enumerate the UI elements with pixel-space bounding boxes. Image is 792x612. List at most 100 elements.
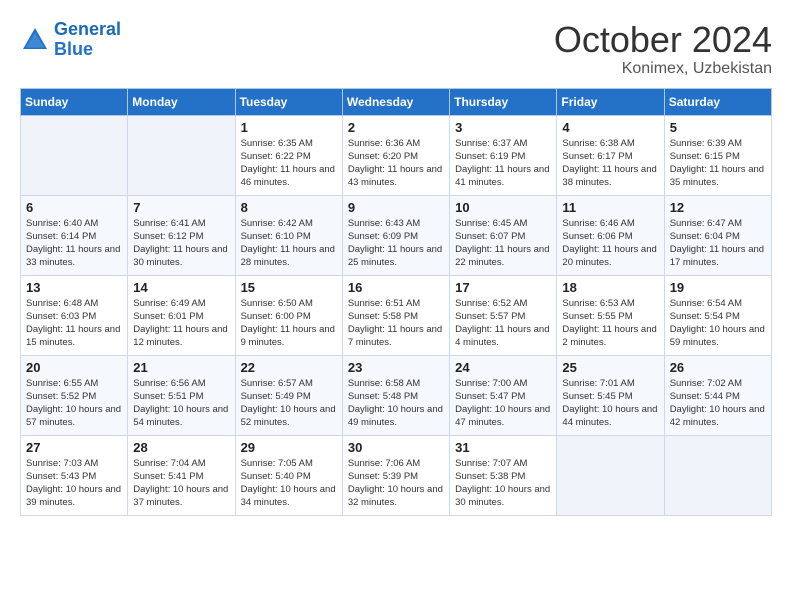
day-info: Sunrise: 6:38 AMSunset: 6:17 PMDaylight:… xyxy=(562,137,658,190)
calendar-cell: 28 Sunrise: 7:04 AMSunset: 5:41 PMDayligh… xyxy=(128,435,235,515)
day-info: Sunrise: 6:37 AMSunset: 6:19 PMDaylight:… xyxy=(455,137,551,190)
day-number: 3 xyxy=(455,120,551,135)
day-number: 1 xyxy=(241,120,337,135)
day-number: 13 xyxy=(26,280,122,295)
calendar-subtitle: Konimex, Uzbekistan xyxy=(554,60,772,78)
day-number: 11 xyxy=(562,200,658,215)
day-number: 16 xyxy=(348,280,444,295)
day-number: 15 xyxy=(241,280,337,295)
calendar-cell: 18Sunrise: 6:53 AMSunset: 5:55 PMDayligh… xyxy=(557,275,664,355)
day-info: Sunrise: 7:06 AMSunset: 5:39 PMDaylight:… xyxy=(348,457,444,510)
calendar-header-wednesday: Wednesday xyxy=(342,88,449,115)
calendar-header-sunday: Sunday xyxy=(21,88,128,115)
day-number: 24 xyxy=(455,360,551,375)
calendar-cell: 10 Sunrise: 6:45 AMSunset: 6:07 PMDayligh… xyxy=(450,195,557,275)
day-info: Sunrise: 6:55 AMSunset: 5:52 PMDaylight:… xyxy=(26,377,122,430)
day-number: 12 xyxy=(670,200,766,215)
calendar-week-row: 1 Sunrise: 6:35 AMSunset: 6:22 PMDaylight… xyxy=(21,115,772,195)
day-number: 6 xyxy=(26,200,122,215)
calendar-cell: 19Sunrise: 6:54 AMSunset: 5:54 PMDayligh… xyxy=(664,275,771,355)
day-info: Sunrise: 6:58 AMSunset: 5:48 PMDaylight:… xyxy=(348,377,444,430)
calendar-title: October 2024 xyxy=(554,20,772,60)
calendar-cell xyxy=(664,435,771,515)
day-info: Sunrise: 7:04 AMSunset: 5:41 PMDaylight:… xyxy=(133,457,229,510)
day-info: Sunrise: 6:35 AMSunset: 6:22 PMDaylight:… xyxy=(241,137,337,190)
header: GeneralBlue October 2024 Konimex, Uzbeki… xyxy=(20,20,772,78)
calendar-cell: 5Sunrise: 6:39 AMSunset: 6:15 PMDaylight… xyxy=(664,115,771,195)
calendar-cell: 30Sunrise: 7:06 AMSunset: 5:39 PMDayligh… xyxy=(342,435,449,515)
calendar-cell: 13 Sunrise: 6:48 AMSunset: 6:03 PMDayligh… xyxy=(21,275,128,355)
day-number: 2 xyxy=(348,120,444,135)
day-info: Sunrise: 6:51 AMSunset: 5:58 PMDaylight:… xyxy=(348,297,444,350)
day-info: Sunrise: 7:03 AMSunset: 5:43 PMDaylight:… xyxy=(26,457,122,510)
day-info: Sunrise: 6:40 AMSunset: 6:14 PMDaylight:… xyxy=(26,217,122,270)
calendar-header-thursday: Thursday xyxy=(450,88,557,115)
day-number: 27 xyxy=(26,440,122,455)
calendar-cell: 17Sunrise: 6:52 AMSunset: 5:57 PMDayligh… xyxy=(450,275,557,355)
calendar-cell: 23 Sunrise: 6:58 AMSunset: 5:48 PMDayligh… xyxy=(342,355,449,435)
logo-icon xyxy=(20,25,50,55)
calendar-cell: 25 Sunrise: 7:01 AMSunset: 5:45 PMDayligh… xyxy=(557,355,664,435)
calendar-week-row: 6 Sunrise: 6:40 AMSunset: 6:14 PMDaylight… xyxy=(21,195,772,275)
calendar-cell: 2 Sunrise: 6:36 AMSunset: 6:20 PMDaylight… xyxy=(342,115,449,195)
day-number: 9 xyxy=(348,200,444,215)
calendar-cell xyxy=(21,115,128,195)
calendar-cell: 16 Sunrise: 6:51 AMSunset: 5:58 PMDayligh… xyxy=(342,275,449,355)
calendar-cell: 22 Sunrise: 6:57 AMSunset: 5:49 PMDayligh… xyxy=(235,355,342,435)
day-info: Sunrise: 6:36 AMSunset: 6:20 PMDaylight:… xyxy=(348,137,444,190)
logo-text: GeneralBlue xyxy=(54,20,121,60)
day-info: Sunrise: 7:07 AMSunset: 5:38 PMDaylight:… xyxy=(455,457,551,510)
day-number: 8 xyxy=(241,200,337,215)
calendar-cell: 3 Sunrise: 6:37 AMSunset: 6:19 PMDaylight… xyxy=(450,115,557,195)
day-info: Sunrise: 6:39 AMSunset: 6:15 PMDaylight:… xyxy=(670,137,766,190)
day-info: Sunrise: 6:48 AMSunset: 6:03 PMDaylight:… xyxy=(26,297,122,350)
calendar-cell: 7 Sunrise: 6:41 AMSunset: 6:12 PMDaylight… xyxy=(128,195,235,275)
calendar-cell: 21Sunrise: 6:56 AMSunset: 5:51 PMDayligh… xyxy=(128,355,235,435)
day-info: Sunrise: 7:02 AMSunset: 5:44 PMDaylight:… xyxy=(670,377,766,430)
calendar-cell: 8Sunrise: 6:42 AMSunset: 6:10 PMDaylight… xyxy=(235,195,342,275)
page: GeneralBlue October 2024 Konimex, Uzbeki… xyxy=(0,0,792,612)
calendar-cell: 4 Sunrise: 6:38 AMSunset: 6:17 PMDaylight… xyxy=(557,115,664,195)
calendar-cell: 20 Sunrise: 6:55 AMSunset: 5:52 PMDayligh… xyxy=(21,355,128,435)
day-info: Sunrise: 6:50 AMSunset: 6:00 PMDaylight:… xyxy=(241,297,337,350)
calendar-header-saturday: Saturday xyxy=(664,88,771,115)
day-number: 31 xyxy=(455,440,551,455)
day-number: 20 xyxy=(26,360,122,375)
day-number: 28 xyxy=(133,440,229,455)
day-info: Sunrise: 7:05 AMSunset: 5:40 PMDaylight:… xyxy=(241,457,337,510)
calendar-cell: 14Sunrise: 6:49 AMSunset: 6:01 PMDayligh… xyxy=(128,275,235,355)
day-number: 23 xyxy=(348,360,444,375)
calendar-table: SundayMondayTuesdayWednesdayThursdayFrid… xyxy=(20,88,772,516)
day-number: 25 xyxy=(562,360,658,375)
calendar-cell: 15 Sunrise: 6:50 AMSunset: 6:00 PMDayligh… xyxy=(235,275,342,355)
day-info: Sunrise: 7:01 AMSunset: 5:45 PMDaylight:… xyxy=(562,377,658,430)
day-info: Sunrise: 6:45 AMSunset: 6:07 PMDaylight:… xyxy=(455,217,551,270)
day-number: 17 xyxy=(455,280,551,295)
calendar-cell: 27 Sunrise: 7:03 AMSunset: 5:43 PMDayligh… xyxy=(21,435,128,515)
day-number: 22 xyxy=(241,360,337,375)
day-info: Sunrise: 6:41 AMSunset: 6:12 PMDaylight:… xyxy=(133,217,229,270)
calendar-cell: 6 Sunrise: 6:40 AMSunset: 6:14 PMDaylight… xyxy=(21,195,128,275)
day-number: 4 xyxy=(562,120,658,135)
calendar-cell: 29Sunrise: 7:05 AMSunset: 5:40 PMDayligh… xyxy=(235,435,342,515)
calendar-cell: 24Sunrise: 7:00 AMSunset: 5:47 PMDayligh… xyxy=(450,355,557,435)
calendar-cell: 11 Sunrise: 6:46 AMSunset: 6:06 PMDayligh… xyxy=(557,195,664,275)
calendar-header-monday: Monday xyxy=(128,88,235,115)
calendar-week-row: 13 Sunrise: 6:48 AMSunset: 6:03 PMDayligh… xyxy=(21,275,772,355)
day-info: Sunrise: 6:46 AMSunset: 6:06 PMDaylight:… xyxy=(562,217,658,270)
calendar-week-row: 27 Sunrise: 7:03 AMSunset: 5:43 PMDayligh… xyxy=(21,435,772,515)
calendar-cell: 12Sunrise: 6:47 AMSunset: 6:04 PMDayligh… xyxy=(664,195,771,275)
logo: GeneralBlue xyxy=(20,20,121,60)
calendar-cell: 9Sunrise: 6:43 AMSunset: 6:09 PMDaylight… xyxy=(342,195,449,275)
day-number: 19 xyxy=(670,280,766,295)
day-number: 10 xyxy=(455,200,551,215)
day-number: 7 xyxy=(133,200,229,215)
calendar-cell: 31 Sunrise: 7:07 AMSunset: 5:38 PMDayligh… xyxy=(450,435,557,515)
title-block: October 2024 Konimex, Uzbekistan xyxy=(554,20,772,78)
day-info: Sunrise: 6:53 AMSunset: 5:55 PMDaylight:… xyxy=(562,297,658,350)
calendar-week-row: 20 Sunrise: 6:55 AMSunset: 5:52 PMDayligh… xyxy=(21,355,772,435)
day-info: Sunrise: 6:57 AMSunset: 5:49 PMDaylight:… xyxy=(241,377,337,430)
day-number: 14 xyxy=(133,280,229,295)
calendar-cell: 26 Sunrise: 7:02 AMSunset: 5:44 PMDayligh… xyxy=(664,355,771,435)
day-number: 26 xyxy=(670,360,766,375)
